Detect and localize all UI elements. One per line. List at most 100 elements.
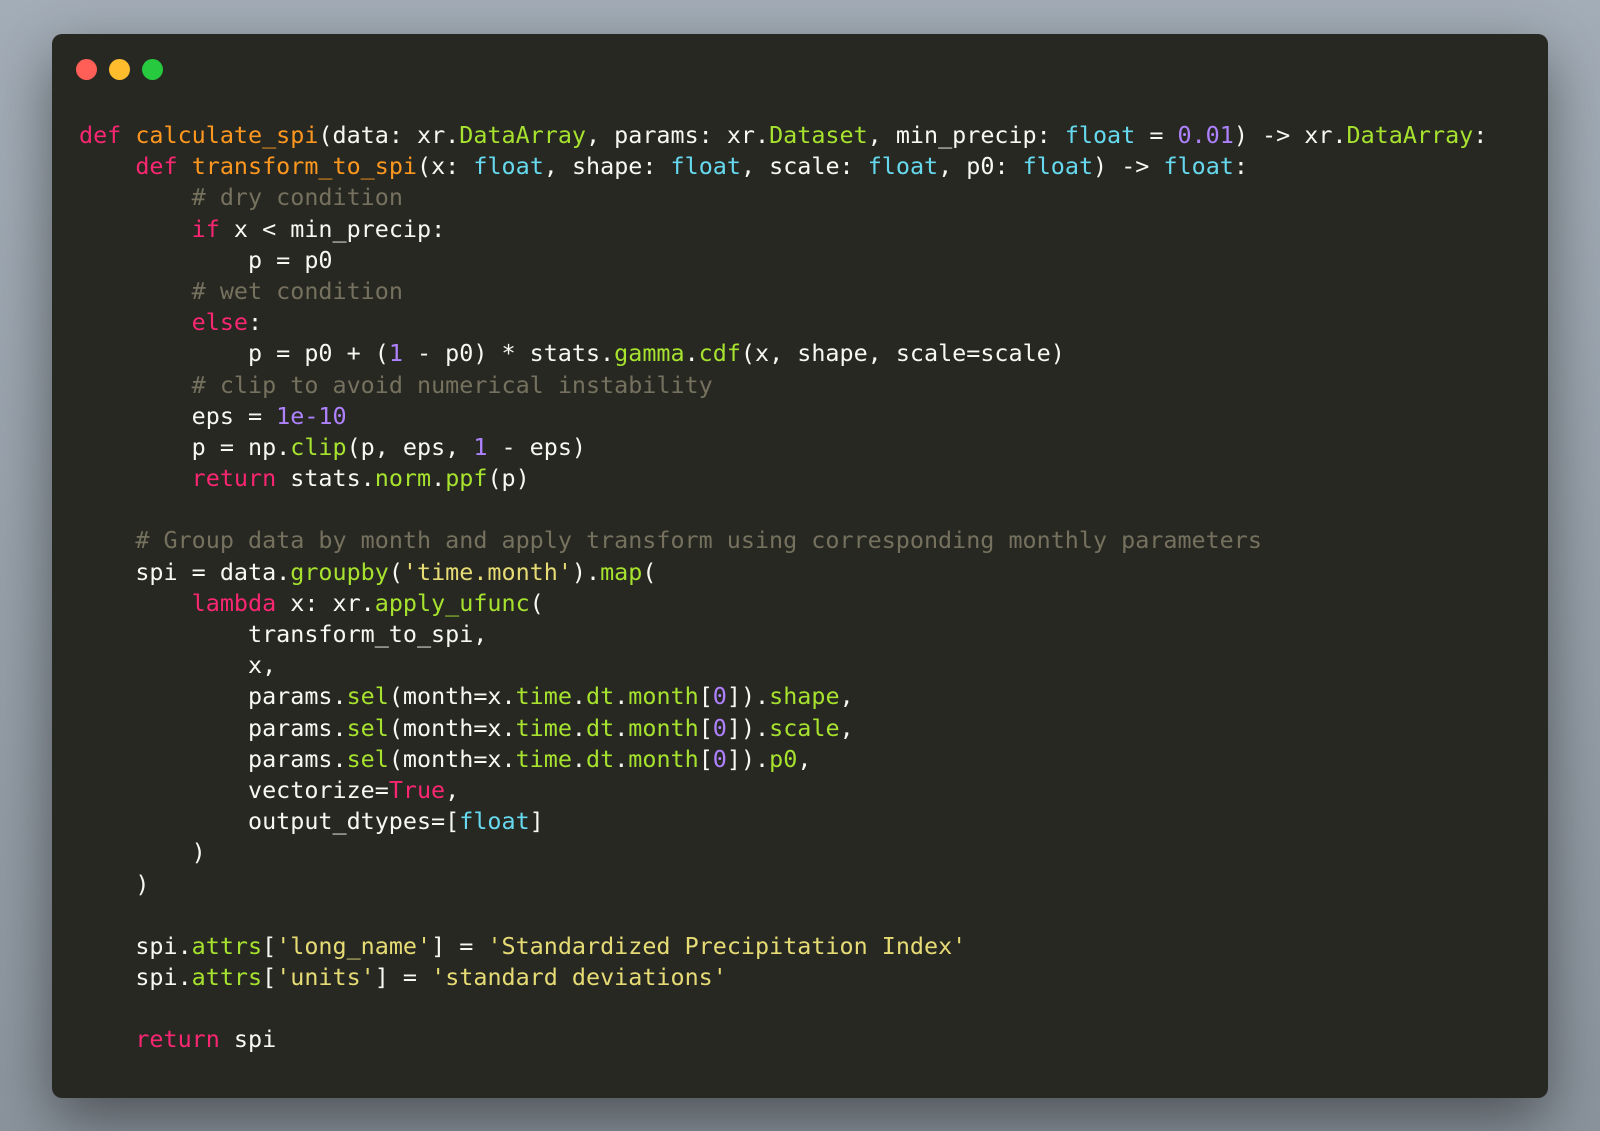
code-token: # wet condition <box>191 276 403 305</box>
code-token: spi. <box>79 931 192 960</box>
code-line: if x < min_precip: <box>79 214 1487 245</box>
code-line: spi.attrs['long_name'] = 'Standardized P… <box>79 931 1487 962</box>
code-token: float <box>1163 152 1234 181</box>
code-line: spi.attrs['units'] = 'standard deviation… <box>79 962 1487 993</box>
code-line: p = p0 <box>79 245 1487 276</box>
code-token: eps = <box>79 401 277 430</box>
code-token: 1 <box>473 432 488 461</box>
code-token: ) -> <box>1093 152 1164 181</box>
code-token: 1 <box>388 339 403 368</box>
code-token: params. <box>79 713 347 742</box>
code-token: ] <box>529 807 544 836</box>
code-token: 0 <box>712 713 727 742</box>
code-token: 0 <box>712 682 727 711</box>
code-line: # Group data by month and apply transfor… <box>79 525 1487 556</box>
code-line: params.sel(month=x.time.dt.month[0]).sha… <box>79 681 1487 712</box>
code-token: else <box>191 308 249 337</box>
code-token: stats. <box>276 464 375 493</box>
code-token: 'units' <box>276 963 375 992</box>
code-token: DataArray <box>1346 121 1474 149</box>
code-token: p = p0 <box>79 245 333 274</box>
code-token: . <box>684 339 699 368</box>
code-token: x, <box>79 651 277 680</box>
code-line: params.sel(month=x.time.dt.month[0]).sca… <box>79 713 1487 744</box>
code-token: (x: <box>417 152 474 181</box>
code-token: sel <box>346 744 389 773</box>
code-token: lambda <box>191 588 277 617</box>
code-line: params.sel(month=x.time.dt.month[0]).p0, <box>79 744 1487 775</box>
code-token: ]). <box>726 682 770 711</box>
code-token: = <box>1135 121 1178 149</box>
code-line: vectorize=True, <box>79 775 1487 806</box>
code-token: (month=x. <box>388 682 516 711</box>
code-token: float <box>1022 152 1094 181</box>
code-token: apply_ufunc <box>374 588 530 617</box>
code-line: p = np.clip(p, eps, 1 - eps) <box>79 432 1487 463</box>
code-token: def <box>135 152 192 181</box>
code-token: : <box>248 308 263 337</box>
code-token: (data: xr. <box>318 121 460 149</box>
code-token: DataArray <box>459 121 586 149</box>
code-token: clip <box>290 432 347 461</box>
code-token: , shape: <box>543 152 671 181</box>
code-token: dt <box>586 713 615 742</box>
code-line: def calculate_spi(data: xr.DataArray, pa… <box>79 120 1487 151</box>
code-token: ppf <box>445 464 488 493</box>
code-token: [ <box>262 931 277 960</box>
minimize-icon[interactable] <box>109 59 130 80</box>
code-token: True <box>388 775 446 804</box>
code-token: [ <box>262 963 277 992</box>
code-line: return stats.norm.ppf(p) <box>79 463 1487 494</box>
code-token: spi <box>219 1025 277 1054</box>
code-token: norm <box>374 464 432 493</box>
code-token: ) <box>79 869 150 898</box>
code-token: 0 <box>712 744 727 773</box>
code-token: attrs <box>191 963 263 992</box>
code-token: params. <box>79 682 347 711</box>
code-token: # clip to avoid numerical instability <box>191 370 713 399</box>
code-token: sel <box>346 682 389 711</box>
code-line: p = p0 + (1 - p0) * stats.gamma.cdf(x, s… <box>79 338 1487 369</box>
code-window: def calculate_spi(data: xr.DataArray, pa… <box>52 34 1548 1098</box>
code-line: # wet condition <box>79 276 1487 307</box>
code-token: calculate_spi <box>135 121 319 149</box>
code-line: def transform_to_spi(x: float, shape: fl… <box>79 151 1487 182</box>
code-line: eps = 1e-10 <box>79 401 1487 432</box>
code-token: [ <box>698 713 713 742</box>
code-token: float <box>473 152 544 181</box>
code-token: , scale: <box>740 152 868 181</box>
code-token: (x, shape, scale=scale) <box>740 339 1065 368</box>
code-token: . <box>431 464 446 493</box>
code-token: , <box>839 713 854 742</box>
close-icon[interactable] <box>76 59 97 80</box>
code-line: return spi <box>79 1024 1487 1055</box>
code-token: : <box>1473 121 1488 149</box>
code-token: x: xr. <box>276 588 375 617</box>
code-token: 'long_name' <box>276 931 432 960</box>
code-token: groupby <box>290 557 389 586</box>
code-token: . <box>614 744 629 773</box>
code-token: return <box>135 1025 220 1054</box>
code-token: 'Standardized Precipitation Index' <box>487 931 967 960</box>
code-token: shape <box>769 682 840 711</box>
code-token: [ <box>698 744 713 773</box>
code-token: p = p0 + ( <box>79 339 389 368</box>
code-token: ) <box>79 838 206 867</box>
code-token: . <box>571 682 587 711</box>
code-line: transform_to_spi, <box>79 619 1487 650</box>
code-token: spi. <box>79 963 192 992</box>
maximize-icon[interactable] <box>142 59 163 80</box>
code-token: (month=x. <box>388 713 516 742</box>
code-token: float <box>459 807 530 836</box>
code-token: sel <box>346 713 389 742</box>
code-token: attrs <box>191 931 263 960</box>
code-token: def <box>79 121 136 149</box>
code-token: . <box>614 713 629 742</box>
code-token: , min_precip: <box>867 121 1065 149</box>
